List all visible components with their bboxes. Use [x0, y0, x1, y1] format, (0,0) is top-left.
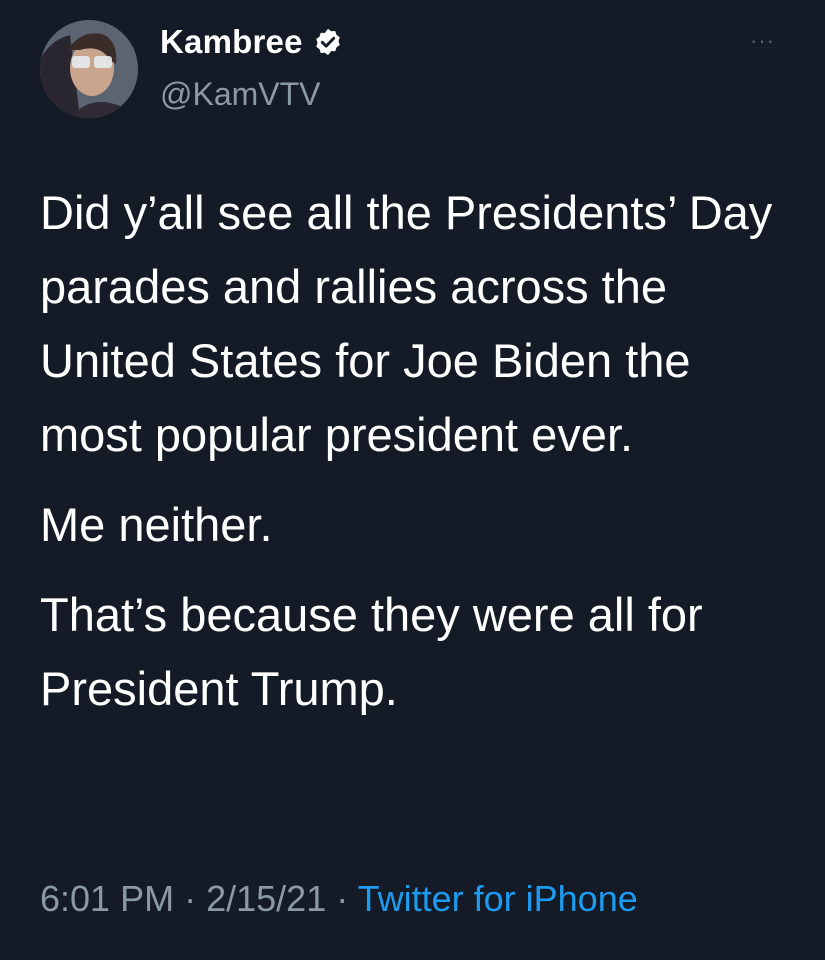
tweet-time[interactable]: 6:01 PM — [40, 878, 174, 919]
more-options-icon[interactable]: ··· — [750, 30, 775, 52]
author-name-row[interactable]: Kambree — [160, 22, 343, 62]
meta-separator: · — [336, 878, 349, 919]
verified-badge-icon — [313, 27, 343, 57]
display-name[interactable]: Kambree — [160, 23, 303, 61]
tweet-paragraph: Me neither. — [40, 498, 273, 551]
tweet-source-link[interactable]: Twitter for iPhone — [358, 878, 638, 919]
author-handle[interactable]: @KamVTV — [160, 76, 321, 113]
tweet-paragraph: Did y’all see all the Presidents’ Day pa… — [40, 186, 773, 461]
avatar-photo-icon — [40, 20, 138, 118]
tweet-date[interactable]: 2/15/21 — [206, 878, 326, 919]
tweet-meta: 6:01 PM · 2/15/21 · Twitter for iPhone — [40, 878, 638, 920]
tweet-text: Did y’all see all the Presidents’ Day pa… — [40, 176, 800, 742]
tweet-paragraph: That’s because they were all for Preside… — [40, 588, 703, 715]
meta-separator: · — [184, 878, 197, 919]
tweet-card: Kambree @KamVTV ··· Did y’all see all th… — [0, 0, 825, 960]
avatar[interactable] — [40, 20, 138, 118]
